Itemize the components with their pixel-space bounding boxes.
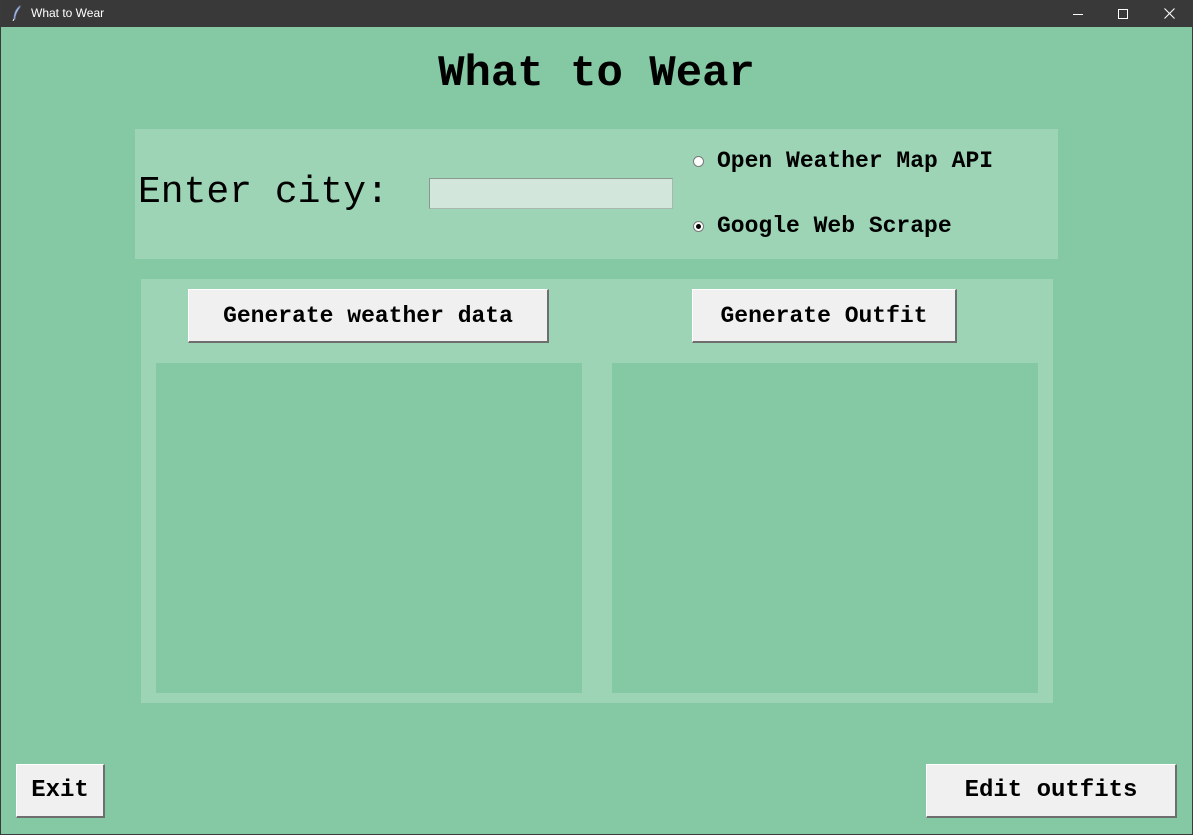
window-title: What to Wear: [31, 6, 105, 20]
minimize-button[interactable]: [1055, 0, 1101, 27]
app-window: What to Wear What to Wear Enter city: Op…: [0, 0, 1193, 835]
close-button[interactable]: [1146, 0, 1192, 27]
results-panel: Generate weather data Generate Outfit: [141, 279, 1053, 703]
weather-output-box: [156, 363, 582, 693]
radio-label: Google Web Scrape: [717, 213, 952, 239]
city-input[interactable]: [429, 178, 673, 209]
city-panel: Enter city: Open Weather Map API Google …: [135, 129, 1058, 259]
city-label: Enter city:: [138, 171, 389, 214]
radio-open-weather-map[interactable]: Open Weather Map API: [693, 147, 993, 175]
generate-weather-button[interactable]: Generate weather data: [188, 289, 549, 343]
radio-button[interactable]: [693, 155, 704, 167]
exit-button[interactable]: Exit: [16, 764, 105, 818]
maximize-icon: [1118, 8, 1128, 19]
outfit-output-box: [612, 363, 1038, 693]
minimize-icon: [1073, 13, 1083, 15]
generate-outfit-button[interactable]: Generate Outfit: [692, 289, 957, 343]
maximize-button[interactable]: [1100, 0, 1146, 27]
title-bar[interactable]: What to Wear: [1, 0, 1192, 27]
radio-label: Open Weather Map API: [717, 148, 994, 174]
page-title: What to Wear: [438, 49, 755, 99]
radio-button-selected[interactable]: [693, 220, 704, 232]
edit-outfits-button[interactable]: Edit outfits: [926, 764, 1177, 818]
close-icon: [1163, 8, 1175, 19]
radio-google-web-scrape[interactable]: Google Web Scrape: [693, 212, 952, 240]
feather-icon: [12, 5, 21, 21]
